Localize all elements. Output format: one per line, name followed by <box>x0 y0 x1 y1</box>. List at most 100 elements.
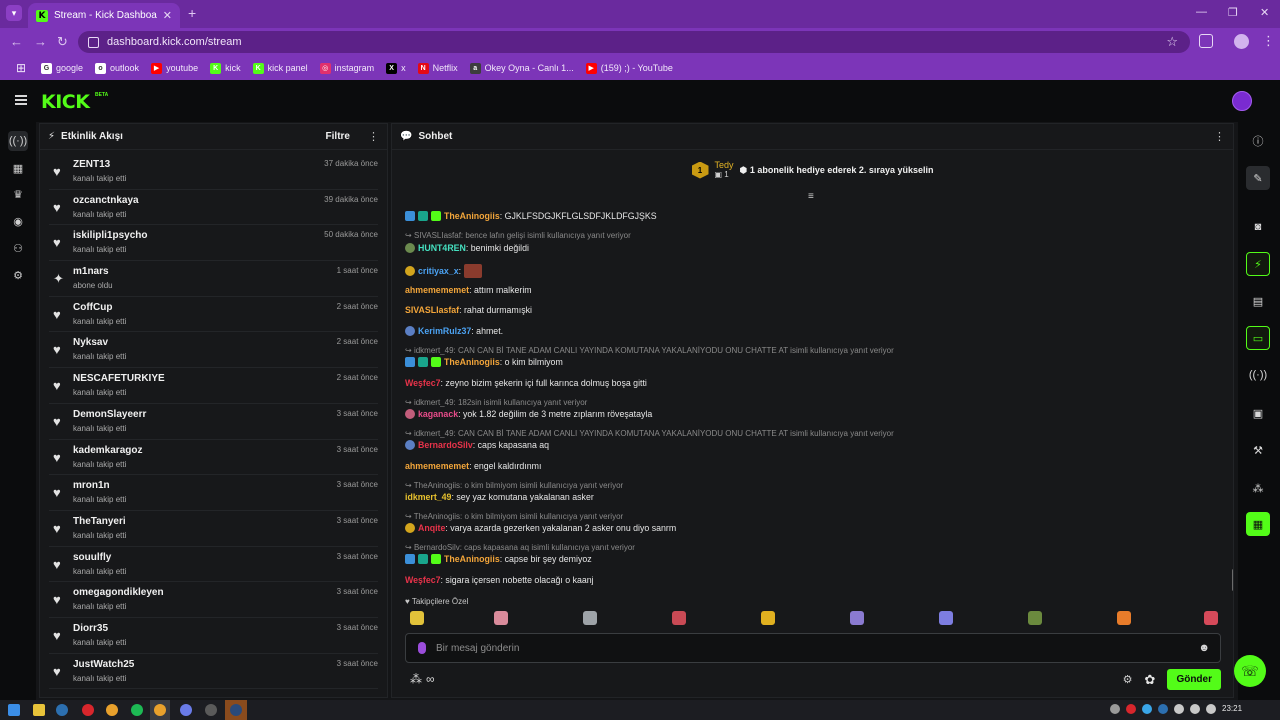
site-info-icon[interactable] <box>88 36 99 48</box>
chat-username[interactable]: ahmemememet <box>405 285 469 295</box>
user-badge-icon[interactable] <box>405 357 415 367</box>
chat-username[interactable]: TheAninogiis <box>444 211 500 221</box>
steam-taskbar-icon[interactable] <box>56 704 68 716</box>
chat-message[interactable]: Anqite: varya azarda gezerken yakalanan … <box>405 523 676 533</box>
user-badge-icon[interactable] <box>418 357 428 367</box>
activity-item[interactable]: ♥ TheTanyeri kanalı takip etti 3 saat önce <box>49 511 378 547</box>
trophy-icon[interactable]: ♛ <box>8 184 28 204</box>
filter-button[interactable]: Filtre <box>326 131 350 142</box>
capture-icon[interactable]: ◙ <box>1246 215 1270 239</box>
window-close-icon[interactable]: ✕ <box>1260 6 1269 19</box>
follower-emote-icon[interactable] <box>761 611 775 625</box>
tray-chevron-icon[interactable] <box>1110 704 1120 714</box>
kick-points-icon[interactable]: ⁂ <box>1246 476 1270 500</box>
user-badge-icon[interactable] <box>405 211 415 221</box>
activity-item[interactable]: ♥ omegagondikleyen kanalı takip etti 3 saat… <box>49 582 378 618</box>
reply-context[interactable]: ↪ SIVASLIasfaf: bence lafın gelişi isiml… <box>405 231 631 240</box>
extensions-icon[interactable] <box>1199 34 1213 48</box>
bookmark-item[interactable]: ▶ (159) ;) - YouTube <box>581 62 678 74</box>
tray-app-icon[interactable] <box>1142 704 1152 714</box>
chat-scrollbar[interactable] <box>1232 569 1233 591</box>
file-explorer-icon[interactable] <box>33 704 45 716</box>
chat-username[interactable]: BernardoSilv <box>418 440 473 450</box>
tray-steam-icon[interactable] <box>1158 704 1168 714</box>
follower-emote-icon[interactable] <box>410 611 424 625</box>
activity-username[interactable]: Diorr35 <box>73 623 108 634</box>
activity-more-icon[interactable]: ⋮ <box>368 130 379 143</box>
activity-username[interactable]: ozcanctnkaya <box>73 195 139 206</box>
kick-logo[interactable]: KICK <box>41 91 90 113</box>
browser-profile-icon[interactable] <box>1234 34 1249 49</box>
tray-volume-icon[interactable] <box>1190 704 1200 714</box>
activity-item[interactable]: ♥ ZENT13 kanalı takip etti 37 dakika önce <box>49 154 378 190</box>
printer-icon[interactable]: ▣ <box>1246 401 1270 425</box>
activity-username[interactable]: mron1n <box>73 480 110 491</box>
new-tab-button[interactable]: + <box>188 5 196 21</box>
chat-username[interactable]: HUNT4REN <box>418 243 466 253</box>
activity-username[interactable]: iskilipli1psycho <box>73 230 147 241</box>
activity-username[interactable]: Nyksav <box>73 337 108 348</box>
edit-pencil-icon[interactable]: ✎ <box>1246 166 1270 190</box>
chat-message[interactable]: KerimRulz37: ahmet. <box>405 326 503 336</box>
chat-message[interactable]: ahmemememet: attım malkerim <box>405 285 532 295</box>
user-badge-icon[interactable] <box>405 523 415 533</box>
follower-emote-icon[interactable] <box>583 611 597 625</box>
user-badge-icon[interactable] <box>405 326 415 336</box>
follower-emote-icon[interactable] <box>1204 611 1218 625</box>
activity-item[interactable]: ✦ m1nars abone oldu 1 saat önce <box>49 261 378 297</box>
user-badge-icon[interactable] <box>418 211 428 221</box>
notes-icon[interactable]: ▤ <box>1246 289 1270 313</box>
bookmark-star-icon[interactable]: ☆ <box>1166 34 1178 50</box>
follower-emote-icon[interactable] <box>1028 611 1042 625</box>
activity-username[interactable]: kademkaragoz <box>73 445 142 456</box>
activity-username[interactable]: souulfly <box>73 552 111 563</box>
reply-context[interactable]: ↪ TheAninogiis: o kim bilmiyom isimli ku… <box>405 512 623 521</box>
chat-message[interactable]: Weşfec7: sigara içersen nobette olacağı … <box>405 575 594 585</box>
reply-context[interactable]: ↪ idkmert_49: 182sin isimli kullanıcıya … <box>405 398 587 407</box>
bookmark-item[interactable]: ◎ instagram <box>315 62 380 74</box>
chat-username[interactable]: idkmert_49 <box>405 492 451 502</box>
gift-leaderboard-banner[interactable]: 1 Tedy ▣ 1 ⬢ 1 abonelik hediye ederek 2.… <box>392 151 1233 189</box>
chat-username[interactable]: TheAninogiis <box>444 357 500 367</box>
activity-username[interactable]: m1nars <box>73 266 109 277</box>
follower-emote-icon[interactable] <box>672 611 686 625</box>
infinity-icon[interactable]: ∞ <box>426 672 435 686</box>
activity-bolt-icon[interactable]: ⚡ <box>1246 252 1270 276</box>
bookmark-item[interactable]: Kkick panel <box>248 62 313 74</box>
tray-opera-icon[interactable] <box>1126 704 1136 714</box>
start-menu-icon[interactable] <box>8 704 20 716</box>
stream-broadcast-icon[interactable]: ((·)) <box>8 131 28 151</box>
info-icon[interactable]: ⓘ <box>1246 129 1270 153</box>
user-avatar[interactable] <box>1232 91 1252 111</box>
users-icon[interactable]: ⚇ <box>8 238 28 258</box>
user-badge-icon[interactable] <box>431 554 441 564</box>
chat-message[interactable]: BernardoSilv: caps kapasana aq <box>405 440 549 450</box>
back-icon[interactable]: ← <box>10 34 23 49</box>
activity-username[interactable]: CoffCup <box>73 302 112 313</box>
activity-item[interactable]: ♥ souulfly kanalı takip etti 3 saat önce <box>49 547 378 583</box>
user-badge-icon[interactable] <box>431 357 441 367</box>
activity-username[interactable]: ZENT13 <box>73 159 110 170</box>
browser-menu-icon[interactable]: ⋮ <box>1262 33 1275 49</box>
chat-message[interactable]: HUNT4REN: benimki değildi <box>405 243 529 253</box>
chat-username[interactable]: KerimRulz37 <box>418 326 471 336</box>
chat-toggle-icon[interactable]: ▭ <box>1246 326 1270 350</box>
app-taskbar-icon[interactable] <box>180 704 192 716</box>
chat-username[interactable]: critiyax_x <box>418 266 459 276</box>
microphone-icon[interactable] <box>418 642 426 654</box>
camera-icon[interactable]: ◉ <box>8 211 28 231</box>
follower-emote-icon[interactable] <box>850 611 864 625</box>
chat-username[interactable]: kaganack <box>418 409 458 419</box>
chat-message[interactable]: kaganack: yok 1.82 değilim de 3 metre zı… <box>405 409 652 419</box>
activity-item[interactable]: ♥ CoffCup kanalı takip etti 2 saat önce <box>49 297 378 333</box>
activity-item[interactable]: ♥ Nyksav kanalı takip etti 2 saat önce <box>49 332 378 369</box>
follower-emote-icon[interactable] <box>494 611 508 625</box>
dashboard-icon[interactable]: ▦ <box>8 158 28 178</box>
forward-icon[interactable]: → <box>34 34 47 49</box>
activity-item[interactable]: ♥ Diorr35 kanalı takip etti 3 saat önce <box>49 618 378 654</box>
follower-emote-icon[interactable] <box>1117 611 1131 625</box>
bookmark-item[interactable]: a Okey Oyna - Canlı 1... <box>465 62 579 74</box>
chat-settings-icon[interactable]: ⚙ <box>1123 673 1133 686</box>
user-badge-icon[interactable] <box>418 554 428 564</box>
user-badge-icon[interactable] <box>405 243 415 253</box>
